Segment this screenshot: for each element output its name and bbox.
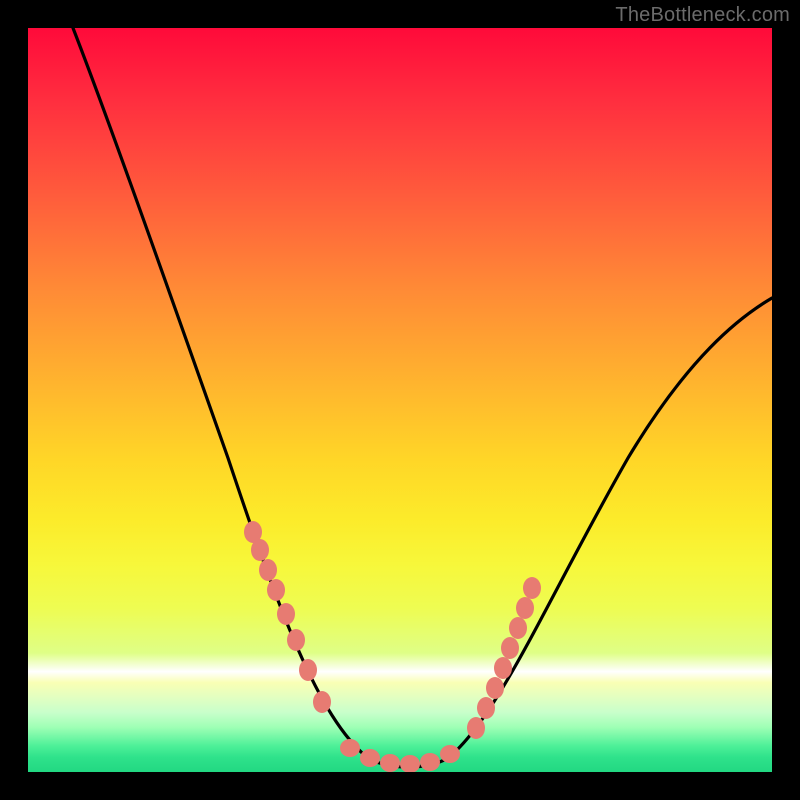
chart-frame: TheBottleneck.com <box>0 0 800 800</box>
beads-right-cluster <box>467 577 541 739</box>
bottleneck-curve-svg <box>28 28 772 772</box>
plot-area <box>28 28 772 772</box>
beads-left-cluster <box>244 521 331 713</box>
watermark-text: TheBottleneck.com <box>615 4 790 27</box>
bottleneck-curve-path <box>73 28 772 767</box>
